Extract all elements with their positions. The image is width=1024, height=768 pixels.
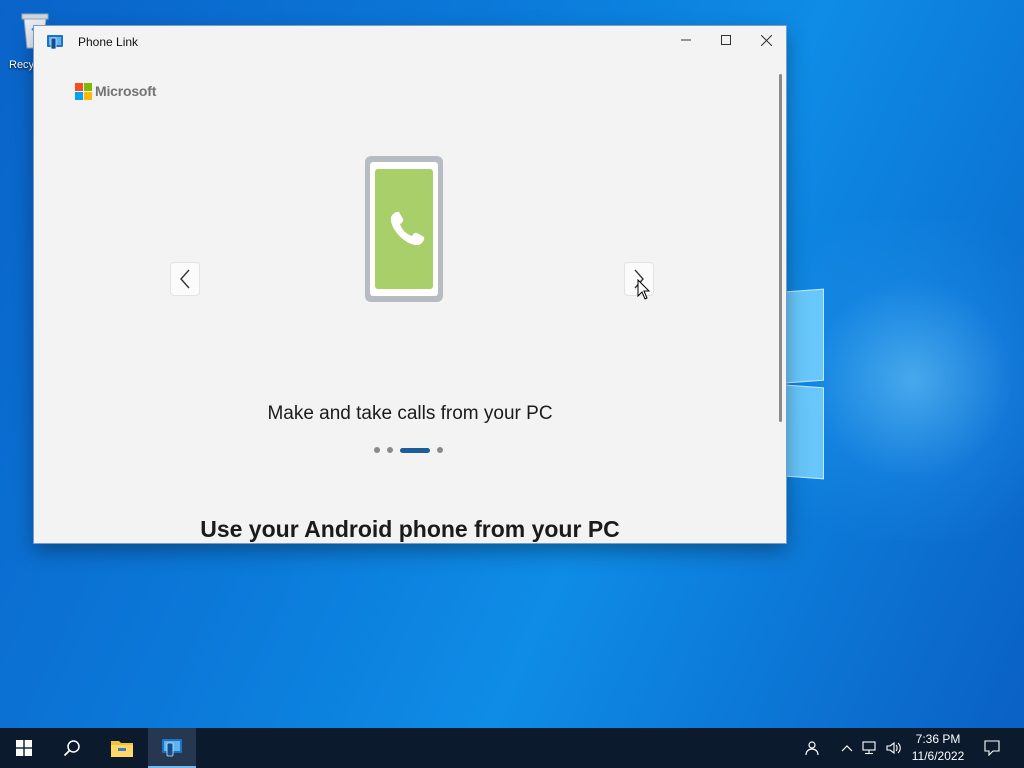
chevron-left-icon xyxy=(180,269,190,289)
clock[interactable]: 7:36 PM 11/6/2022 xyxy=(905,731,971,765)
window-title: Phone Link xyxy=(78,35,139,49)
people-icon xyxy=(805,741,819,756)
phone-link-app-icon xyxy=(47,35,63,50)
page-headline: Use your Android phone from your PC xyxy=(200,516,620,542)
pagination-dot[interactable] xyxy=(374,447,380,453)
microsoft-grid-icon xyxy=(75,83,92,100)
pagination-dot-active[interactable] xyxy=(400,447,430,453)
search-button[interactable] xyxy=(48,728,96,768)
phone-link-icon xyxy=(162,739,182,757)
windows-logo-wallpaper xyxy=(786,288,824,480)
volume-button[interactable] xyxy=(884,728,904,768)
chevron-up-icon xyxy=(841,745,853,752)
microsoft-wordmark: Microsoft xyxy=(95,83,157,99)
minimize-icon xyxy=(681,39,691,41)
action-center-button[interactable] xyxy=(978,728,1006,768)
network-icon xyxy=(862,741,876,755)
file-explorer-icon xyxy=(111,741,133,757)
notification-icon xyxy=(984,740,1000,756)
phone-link-window: Phone Link Microsoft Make and take calls… xyxy=(34,26,786,543)
phone-link-taskbar-button[interactable] xyxy=(148,728,196,768)
clock-date: 11/6/2022 xyxy=(911,749,965,763)
show-hidden-icons-button[interactable] xyxy=(838,728,856,768)
carousel-pagination xyxy=(374,446,443,454)
pagination-dot[interactable] xyxy=(437,447,443,453)
phone-call-illustration xyxy=(365,156,443,302)
search-icon xyxy=(63,740,80,757)
minimize-button[interactable] xyxy=(666,26,706,54)
close-icon xyxy=(760,34,772,46)
volume-icon xyxy=(886,741,901,755)
taskbar: 7:36 PM 11/6/2022 xyxy=(0,728,1024,768)
carousel-caption: Make and take calls from your PC xyxy=(267,403,553,424)
network-button[interactable] xyxy=(860,728,880,768)
start-button[interactable] xyxy=(0,728,48,768)
carousel-prev-button[interactable] xyxy=(170,262,200,296)
maximize-icon xyxy=(721,35,731,45)
maximize-button[interactable] xyxy=(706,26,746,54)
close-button[interactable] xyxy=(746,26,786,54)
vertical-scrollbar[interactable] xyxy=(779,74,782,422)
clock-time: 7:36 PM xyxy=(915,732,961,746)
file-explorer-button[interactable] xyxy=(98,728,146,768)
people-button[interactable] xyxy=(796,728,826,768)
windows-start-icon xyxy=(16,740,32,756)
pagination-dot[interactable] xyxy=(387,447,393,453)
microsoft-logo: Microsoft xyxy=(75,83,157,100)
mouse-cursor-icon xyxy=(637,279,651,300)
title-bar[interactable]: Phone Link xyxy=(34,26,786,58)
